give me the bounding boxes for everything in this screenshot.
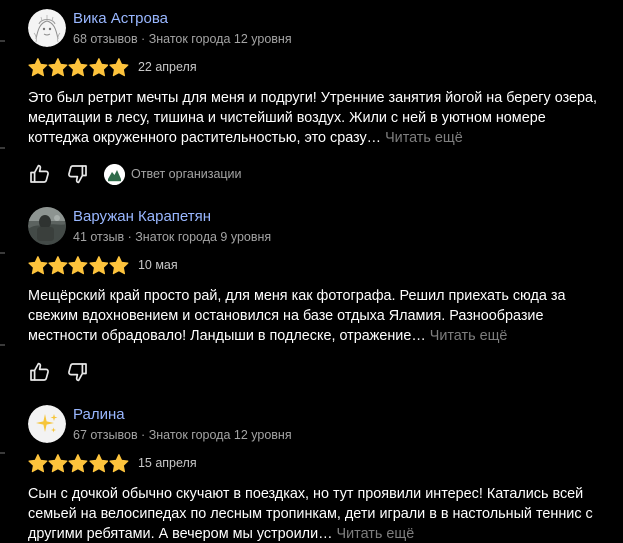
star-icon [48,256,68,275]
rating-row: 22 апреля [28,58,618,76]
reviews-page: Вика Астрова 68 отзывов · Знаток города … [0,0,623,543]
review-text: Мещёрский край просто рай, для меня как … [28,286,618,346]
scroll-edge-marker [0,40,5,42]
read-more-link[interactable]: Читать ещё [385,130,463,146]
review-date: 15 апреля [137,456,197,470]
review-actions: Ответ организации [28,162,618,186]
org-reply-toggle[interactable]: Ответ организации [104,163,242,185]
star-icon [68,454,88,473]
star-icon [68,256,88,275]
star-icon [89,454,109,473]
star-rating [28,58,129,77]
dislike-icon[interactable] [65,360,89,384]
star-icon [109,454,129,473]
read-more-link[interactable]: Читать ещё [430,328,508,344]
review-body: Сын с дочкой обычно скучают в поездках, … [28,486,593,542]
like-icon[interactable] [28,162,52,186]
star-icon [48,454,68,473]
sparkles-avatar-icon[interactable] [28,405,66,443]
scroll-edge-marker [0,344,5,346]
author-name[interactable]: Вика Астрова [73,9,292,28]
org-reply-label: Ответ организации [131,167,242,181]
scroll-edge-marker [0,147,5,149]
author-meta: 67 отзывов · Знаток города 12 уровня [73,427,292,442]
read-more-link[interactable]: Читать ещё [337,526,415,542]
review-card: Вика Астрова 68 отзывов · Знаток города … [28,8,618,186]
star-icon [109,256,129,275]
review-date: 10 мая [137,258,178,272]
rating-row: 15 апреля [28,454,618,472]
review-card: Ралина 67 отзывов · Знаток города 12 уро… [28,404,618,543]
author-meta: 68 отзывов · Знаток города 12 уровня [73,31,292,46]
star-icon [68,58,88,77]
author-name[interactable]: Ралина [73,405,292,424]
review-header: Варужан Карапетян 41 отзыв · Знаток горо… [28,206,618,246]
review-text: Это был ретрит мечты для меня и подруги!… [28,88,618,148]
review-body: Это был ретрит мечты для меня и подруги!… [28,90,598,146]
review-header: Вика Астрова 68 отзывов · Знаток города … [28,8,618,48]
author-meta: 41 отзыв · Знаток города 9 уровня [73,229,272,244]
organization-logo-icon [104,163,125,185]
star-icon [89,58,109,77]
sketch-avatar-icon[interactable] [28,9,66,47]
star-icon [109,58,129,77]
star-icon [28,58,48,77]
star-icon [28,454,48,473]
scroll-edge-marker [0,452,5,454]
scroll-edge-marker [0,252,5,254]
star-rating [28,454,129,473]
photo-avatar-icon[interactable] [28,207,66,245]
review-card: Варужан Карапетян 41 отзыв · Знаток горо… [28,206,618,384]
star-icon [89,256,109,275]
dislike-icon[interactable] [65,162,89,186]
rating-row: 10 мая [28,256,618,274]
author-name[interactable]: Варужан Карапетян [73,207,271,226]
review-text: Сын с дочкой обычно скучают в поездках, … [28,484,618,543]
review-actions [28,360,618,384]
review-header: Ралина 67 отзывов · Знаток города 12 уро… [28,404,618,444]
like-icon[interactable] [28,360,52,384]
star-icon [28,256,48,275]
review-date: 22 апреля [137,60,197,74]
star-icon [48,58,68,77]
star-rating [28,256,129,275]
